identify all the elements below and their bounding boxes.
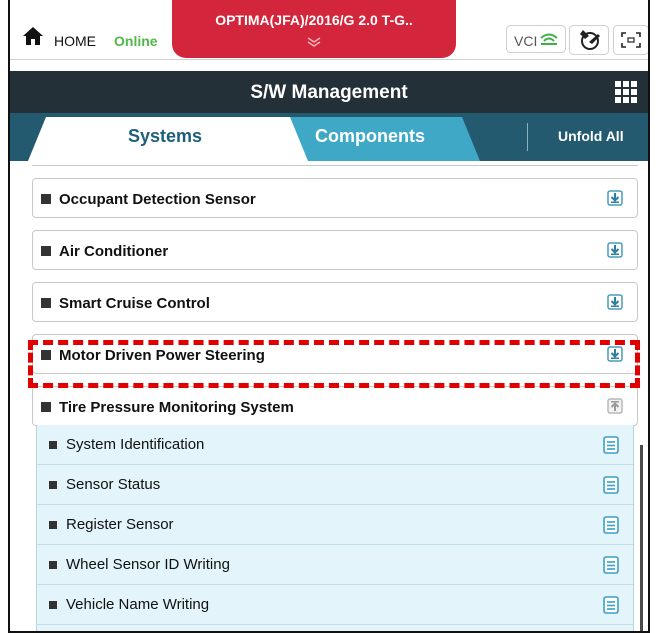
- download-icon[interactable]: [607, 190, 623, 206]
- bullet-icon: [49, 601, 57, 609]
- submenu-label: Sensor Status: [66, 476, 161, 493]
- systems-list: Occupant Detection Sensor Air Conditione…: [10, 161, 648, 631]
- vehicle-label: OPTIMA(JFA)/2016/G 2.0 T-G..: [215, 12, 413, 28]
- bullet-icon: [49, 481, 57, 489]
- document-icon[interactable]: [603, 476, 619, 494]
- document-icon[interactable]: [603, 596, 619, 614]
- submenu-row-vehicle-name-writing[interactable]: Vehicle Name Writing: [37, 585, 633, 625]
- bullet-icon: [49, 441, 57, 449]
- bullet-icon: [41, 402, 51, 412]
- system-label: Air Conditioner: [59, 243, 169, 260]
- tools-button[interactable]: [569, 25, 609, 55]
- tpms-submenu: System Identification Sensor Status Regi…: [36, 425, 634, 631]
- scrollbar[interactable]: [640, 445, 643, 631]
- tab-divider: [527, 123, 528, 151]
- system-row-occupant-detection-sensor[interactable]: Occupant Detection Sensor: [32, 178, 638, 218]
- submenu-label: Vehicle Name Writing: [66, 596, 210, 613]
- tab-systems[interactable]: Systems: [128, 126, 202, 147]
- system-label: Tire Pressure Monitoring System: [59, 399, 294, 416]
- submenu-label: System Identification: [66, 436, 205, 453]
- bullet-icon: [41, 246, 51, 256]
- grid-menu-icon[interactable]: [615, 81, 637, 103]
- submenu-row-register-sensor[interactable]: Register Sensor: [37, 505, 633, 545]
- home-icon[interactable]: [22, 26, 44, 46]
- collapse-icon[interactable]: [607, 398, 623, 414]
- submenu-row-wheel-sensor-id-writing[interactable]: Wheel Sensor ID Writing: [37, 545, 633, 585]
- home-label[interactable]: HOME: [54, 33, 96, 49]
- register-sensor-highlight: [28, 340, 640, 388]
- system-label: Smart Cruise Control: [59, 295, 210, 312]
- document-icon[interactable]: [603, 516, 619, 534]
- unfold-all-button[interactable]: Unfold All: [558, 128, 624, 144]
- title-bar: S/W Management: [10, 71, 648, 113]
- document-icon[interactable]: [603, 436, 619, 454]
- fullscreen-icon[interactable]: [613, 25, 649, 55]
- online-status: Online: [114, 33, 158, 49]
- submenu-row-system-identification[interactable]: System Identification: [37, 425, 633, 465]
- bullet-icon: [41, 194, 51, 204]
- page-title: S/W Management: [250, 82, 408, 103]
- bullet-icon: [49, 521, 57, 529]
- system-label: Occupant Detection Sensor: [59, 191, 256, 208]
- submenu-label: Wheel Sensor ID Writing: [66, 556, 230, 573]
- download-icon[interactable]: [607, 294, 623, 310]
- system-row-tire-pressure-monitoring-system[interactable]: Tire Pressure Monitoring System: [32, 386, 638, 426]
- list-top-divider: [32, 165, 638, 166]
- tab-components[interactable]: Components: [315, 126, 425, 147]
- top-status-bar: HOME Online OPTIMA(JFA)/2016/G 2.0 T-G..…: [10, 0, 648, 60]
- bullet-icon: [41, 298, 51, 308]
- download-icon[interactable]: [607, 242, 623, 258]
- submenu-row-sensor-status[interactable]: Sensor Status: [37, 465, 633, 505]
- app-frame: HOME Online OPTIMA(JFA)/2016/G 2.0 T-G..…: [8, 0, 650, 633]
- system-row-smart-cruise-control[interactable]: Smart Cruise Control: [32, 282, 638, 322]
- vehicle-info-tab[interactable]: OPTIMA(JFA)/2016/G 2.0 T-G..: [172, 0, 456, 58]
- wifi-icon: [540, 33, 558, 45]
- bullet-icon: [49, 561, 57, 569]
- tab-bar: Systems Components Unfold All: [10, 113, 648, 161]
- chevron-down-icon[interactable]: [307, 36, 321, 48]
- submenu-label: Register Sensor: [66, 516, 174, 533]
- document-icon[interactable]: [603, 556, 619, 574]
- system-row-air-conditioner[interactable]: Air Conditioner: [32, 230, 638, 270]
- vci-label: VCI: [514, 33, 538, 49]
